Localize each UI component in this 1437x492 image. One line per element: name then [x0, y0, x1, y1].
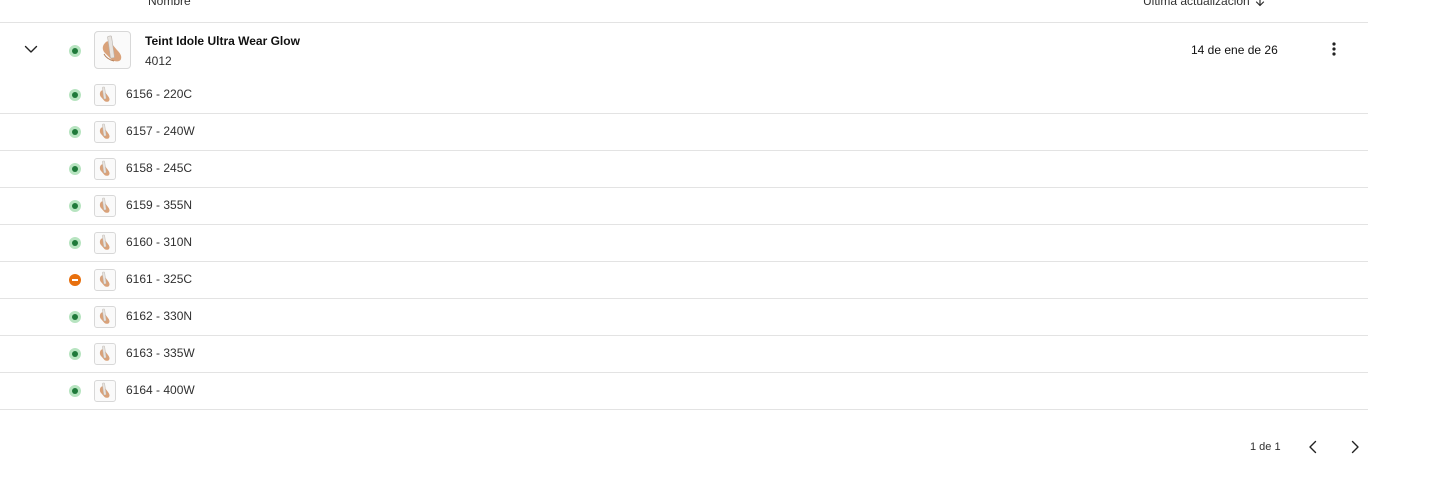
column-header-updated[interactable]: Última actualización: [1143, 0, 1266, 8]
table-header: Nombre Última actualización: [0, 0, 1368, 23]
product-thumbnail: [94, 31, 131, 69]
variant-row[interactable]: 6160 - 310N: [0, 225, 1368, 262]
variant-label: 6164 - 400W: [126, 383, 195, 397]
status-inactive-icon: [69, 274, 81, 286]
chevron-left-icon[interactable]: [1303, 437, 1323, 457]
variant-row[interactable]: 6164 - 400W: [0, 373, 1368, 410]
variant-thumbnail: [94, 232, 116, 254]
status-active-icon: [69, 348, 81, 360]
column-header-updated-label: Última actualización: [1143, 0, 1250, 8]
status-active-icon: [69, 200, 81, 212]
status-active-icon: [69, 385, 81, 397]
product-row[interactable]: Teint Idole Ultra Wear Glow 4012 14 de e…: [0, 23, 1368, 77]
variant-row[interactable]: 6161 - 325C: [0, 262, 1368, 299]
variant-label: 6162 - 330N: [126, 309, 193, 323]
variant-thumbnail: [94, 380, 116, 402]
variant-row[interactable]: 6157 - 240W: [0, 114, 1368, 151]
variant-thumbnail: [94, 195, 116, 217]
variant-row[interactable]: 6162 - 330N: [0, 299, 1368, 336]
status-active-icon: [69, 163, 81, 175]
pagination: 1 de 1: [1250, 437, 1365, 457]
variant-row[interactable]: 6159 - 355N: [0, 188, 1368, 225]
status-active-icon: [69, 45, 81, 57]
variant-label: 6160 - 310N: [126, 235, 193, 249]
variant-thumbnail: [94, 306, 116, 328]
variant-label: 6158 - 245C: [126, 161, 193, 175]
more-vertical-icon[interactable]: [1326, 40, 1342, 58]
product-table: Nombre Última actualización Teint Idole …: [0, 0, 1368, 410]
page-info: 1 de 1: [1250, 441, 1281, 453]
variant-thumbnail: [94, 269, 116, 291]
variant-thumbnail: [94, 84, 116, 106]
variant-label: 6161 - 325C: [126, 272, 193, 286]
variant-list: 6156 - 220C 6157 - 240W 6158 - 245C 6159 - …: [0, 77, 1368, 410]
variant-row[interactable]: 6156 - 220C: [0, 77, 1368, 114]
product-title[interactable]: Teint Idole Ultra Wear Glow: [145, 34, 300, 48]
status-active-icon: [69, 311, 81, 323]
variant-thumbnail: [94, 121, 116, 143]
variant-label: 6163 - 335W: [126, 346, 195, 360]
chevron-down-icon[interactable]: [22, 40, 40, 58]
status-active-icon: [69, 89, 81, 101]
product-updated-date: 14 de ene de 26: [1191, 43, 1278, 57]
variant-thumbnail: [94, 158, 116, 180]
variant-label: 6156 - 220C: [126, 87, 193, 101]
column-header-name[interactable]: Nombre: [148, 0, 191, 8]
variant-label: 6159 - 355N: [126, 198, 193, 212]
variant-row[interactable]: 6158 - 245C: [0, 151, 1368, 188]
variant-row[interactable]: 6163 - 335W: [0, 336, 1368, 373]
variant-thumbnail: [94, 343, 116, 365]
arrow-down-icon[interactable]: [1254, 0, 1266, 7]
chevron-right-icon[interactable]: [1345, 437, 1365, 457]
product-code: 4012: [145, 54, 172, 68]
status-active-icon: [69, 237, 81, 249]
status-active-icon: [69, 126, 81, 138]
variant-label: 6157 - 240W: [126, 124, 195, 138]
